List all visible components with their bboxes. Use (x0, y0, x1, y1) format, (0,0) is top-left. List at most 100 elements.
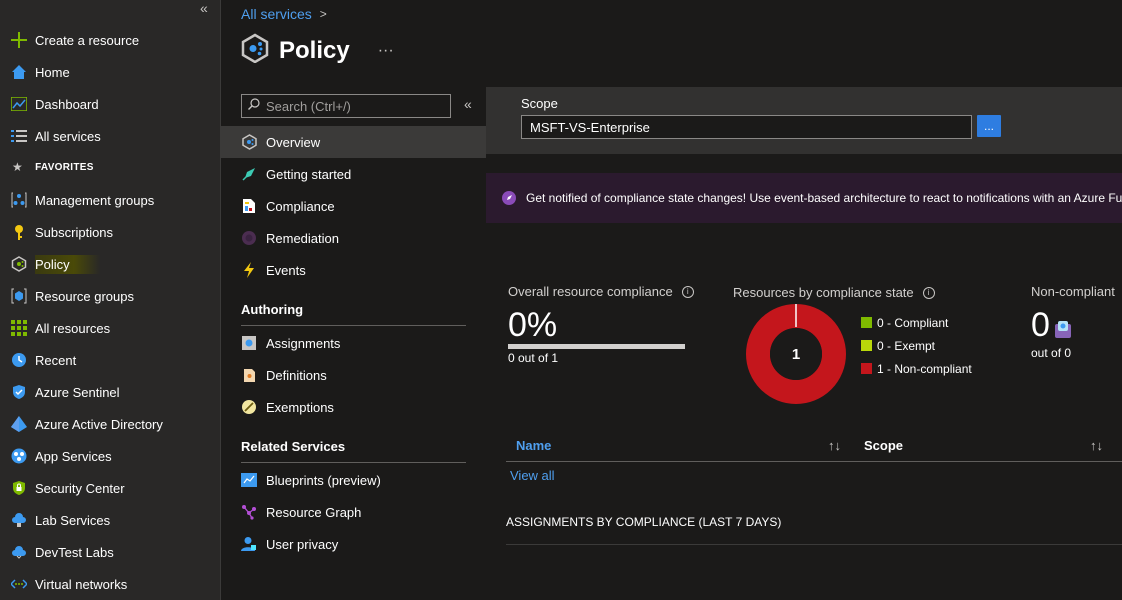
scope-field[interactable]: MSFT-VS-Enterprise (521, 115, 972, 139)
nav-dashboard[interactable]: Dashboard (0, 90, 220, 118)
nav-all-resources[interactable]: All resources (0, 314, 220, 342)
search-icon (248, 97, 260, 115)
legend-item-exempt[interactable]: 0 - Exempt (861, 334, 972, 357)
nav-label: Virtual networks (35, 576, 128, 592)
menu-events[interactable]: Events (221, 254, 486, 286)
clock-icon (10, 351, 28, 369)
view-all-link[interactable]: View all (510, 468, 555, 483)
nav-devtest-labs[interactable]: DevTest Labs (0, 538, 220, 566)
portal-left-nav: « Create a resource Home Dashboard All s… (0, 0, 221, 600)
related-services-header: Related Services (241, 439, 466, 463)
nav-policy[interactable]: Policy (0, 250, 220, 278)
menu-label: Events (266, 262, 306, 278)
breadcrumb[interactable]: All services > (241, 6, 327, 22)
collapse-nav-icon[interactable]: « (200, 0, 208, 16)
nav-label: DevTest Labs (35, 544, 114, 560)
devtest-cloud-icon (10, 543, 28, 561)
favorites-header: ★ FAVORITES (10, 160, 94, 174)
nav-azure-active-directory[interactable]: Azure Active Directory (0, 410, 220, 438)
resource-graph-icon (241, 504, 257, 520)
list-icon (10, 127, 28, 145)
menu-overview[interactable]: Overview (221, 126, 486, 158)
policy-overview-icon (241, 134, 257, 150)
scope-picker-button[interactable]: ... (977, 115, 1001, 137)
notification-banner[interactable]: Get notified of compliance state changes… (486, 173, 1122, 223)
page-title: Policy (279, 36, 350, 64)
management-groups-icon (10, 191, 28, 209)
noncompliant-value: 0 (1031, 306, 1050, 344)
menu-definitions[interactable]: Definitions (221, 359, 486, 391)
menu-label: Assignments (266, 335, 341, 351)
donut-center-value: 1 (792, 346, 800, 363)
nav-resource-groups[interactable]: Resource groups (0, 282, 220, 310)
noncompliant-resource-icon (1055, 321, 1071, 338)
shield-icon (10, 383, 28, 401)
nav-recent[interactable]: Recent (0, 346, 220, 374)
nav-subscriptions[interactable]: Subscriptions (0, 218, 220, 246)
menu-user-privacy[interactable]: User privacy (221, 528, 486, 560)
column-header-name[interactable]: Name (516, 438, 551, 453)
favorites-label: FAVORITES (35, 161, 94, 173)
menu-resource-graph[interactable]: Resource Graph (221, 496, 486, 528)
scope-label: Scope (521, 96, 558, 111)
dashboard-icon (10, 95, 28, 113)
info-icon[interactable]: i (922, 286, 935, 299)
search-input[interactable] (266, 98, 446, 114)
nav-label: Recent (35, 352, 77, 368)
menu-label: Resource Graph (266, 504, 362, 520)
policy-icon (10, 255, 28, 273)
nav-management-groups[interactable]: Management groups (0, 186, 220, 214)
menu-remediation[interactable]: Remediation (221, 222, 486, 254)
overall-compliance-label: Overall resource compliance (508, 284, 673, 299)
sort-name-icon[interactable]: ↑↓ (828, 438, 841, 453)
home-icon (10, 63, 28, 81)
key-icon (10, 223, 28, 241)
info-icon[interactable]: i (681, 285, 694, 298)
menu-label: Compliance (266, 198, 335, 214)
more-options-button[interactable]: ··· (378, 42, 394, 60)
rocket-icon (502, 191, 516, 205)
compliance-donut-chart[interactable]: 1 (744, 302, 848, 406)
legend-label: 0 - Exempt (877, 338, 936, 353)
legend-label: 0 - Compliant (877, 315, 949, 330)
nav-label: App Services (35, 448, 112, 464)
legend-item-compliant[interactable]: 0 - Compliant (861, 311, 972, 334)
nav-label: Security Center (35, 480, 125, 496)
assignments-by-compliance-header: ASSIGNMENTS BY COMPLIANCE (LAST 7 DAYS) (506, 515, 1122, 545)
menu-assignments[interactable]: Assignments (221, 327, 486, 359)
sort-scope-icon[interactable]: ↑↓ (1090, 438, 1103, 453)
breadcrumb-all-services[interactable]: All services (241, 6, 312, 22)
nav-virtual-networks[interactable]: Virtual networks (0, 570, 220, 598)
chevron-right-icon: > (319, 7, 327, 21)
collapse-menu-icon[interactable]: « (464, 96, 472, 112)
menu-exemptions[interactable]: Exemptions (221, 391, 486, 423)
nav-app-services[interactable]: App Services (0, 442, 220, 470)
nav-create-resource[interactable]: Create a resource (0, 26, 220, 54)
grid-icon (10, 319, 28, 337)
nav-label: Resource groups (35, 288, 134, 304)
nav-label: All services (35, 128, 101, 144)
exemptions-icon (241, 399, 257, 415)
nav-label: All resources (35, 320, 111, 336)
azure-portal: « Create a resource Home Dashboard All s… (0, 0, 1122, 600)
menu-label: Exemptions (266, 399, 334, 415)
nav-home[interactable]: Home (0, 58, 220, 86)
page-header: Policy ··· (241, 33, 394, 68)
nav-lab-services[interactable]: Lab Services (0, 506, 220, 534)
assignments-icon (241, 335, 257, 351)
lock-shield-icon (10, 479, 28, 497)
menu-search[interactable] (241, 94, 451, 118)
nav-all-services[interactable]: All services (0, 122, 220, 150)
menu-blueprints[interactable]: Blueprints (preview) (221, 464, 486, 496)
legend-item-non-compliant[interactable]: 1 - Non-compliant (861, 357, 972, 380)
nav-label: Azure Sentinel (35, 384, 120, 400)
banner-text: Get notified of compliance state changes… (526, 191, 1122, 205)
authoring-header: Authoring (241, 302, 466, 326)
column-header-scope[interactable]: Scope (864, 438, 903, 453)
menu-getting-started[interactable]: Getting started (221, 158, 486, 190)
nav-azure-sentinel[interactable]: Azure Sentinel (0, 378, 220, 406)
nav-security-center[interactable]: Security Center (0, 474, 220, 502)
rocket-icon (241, 166, 257, 182)
aad-pyramid-icon (10, 415, 28, 433)
menu-compliance[interactable]: Compliance (221, 190, 486, 222)
